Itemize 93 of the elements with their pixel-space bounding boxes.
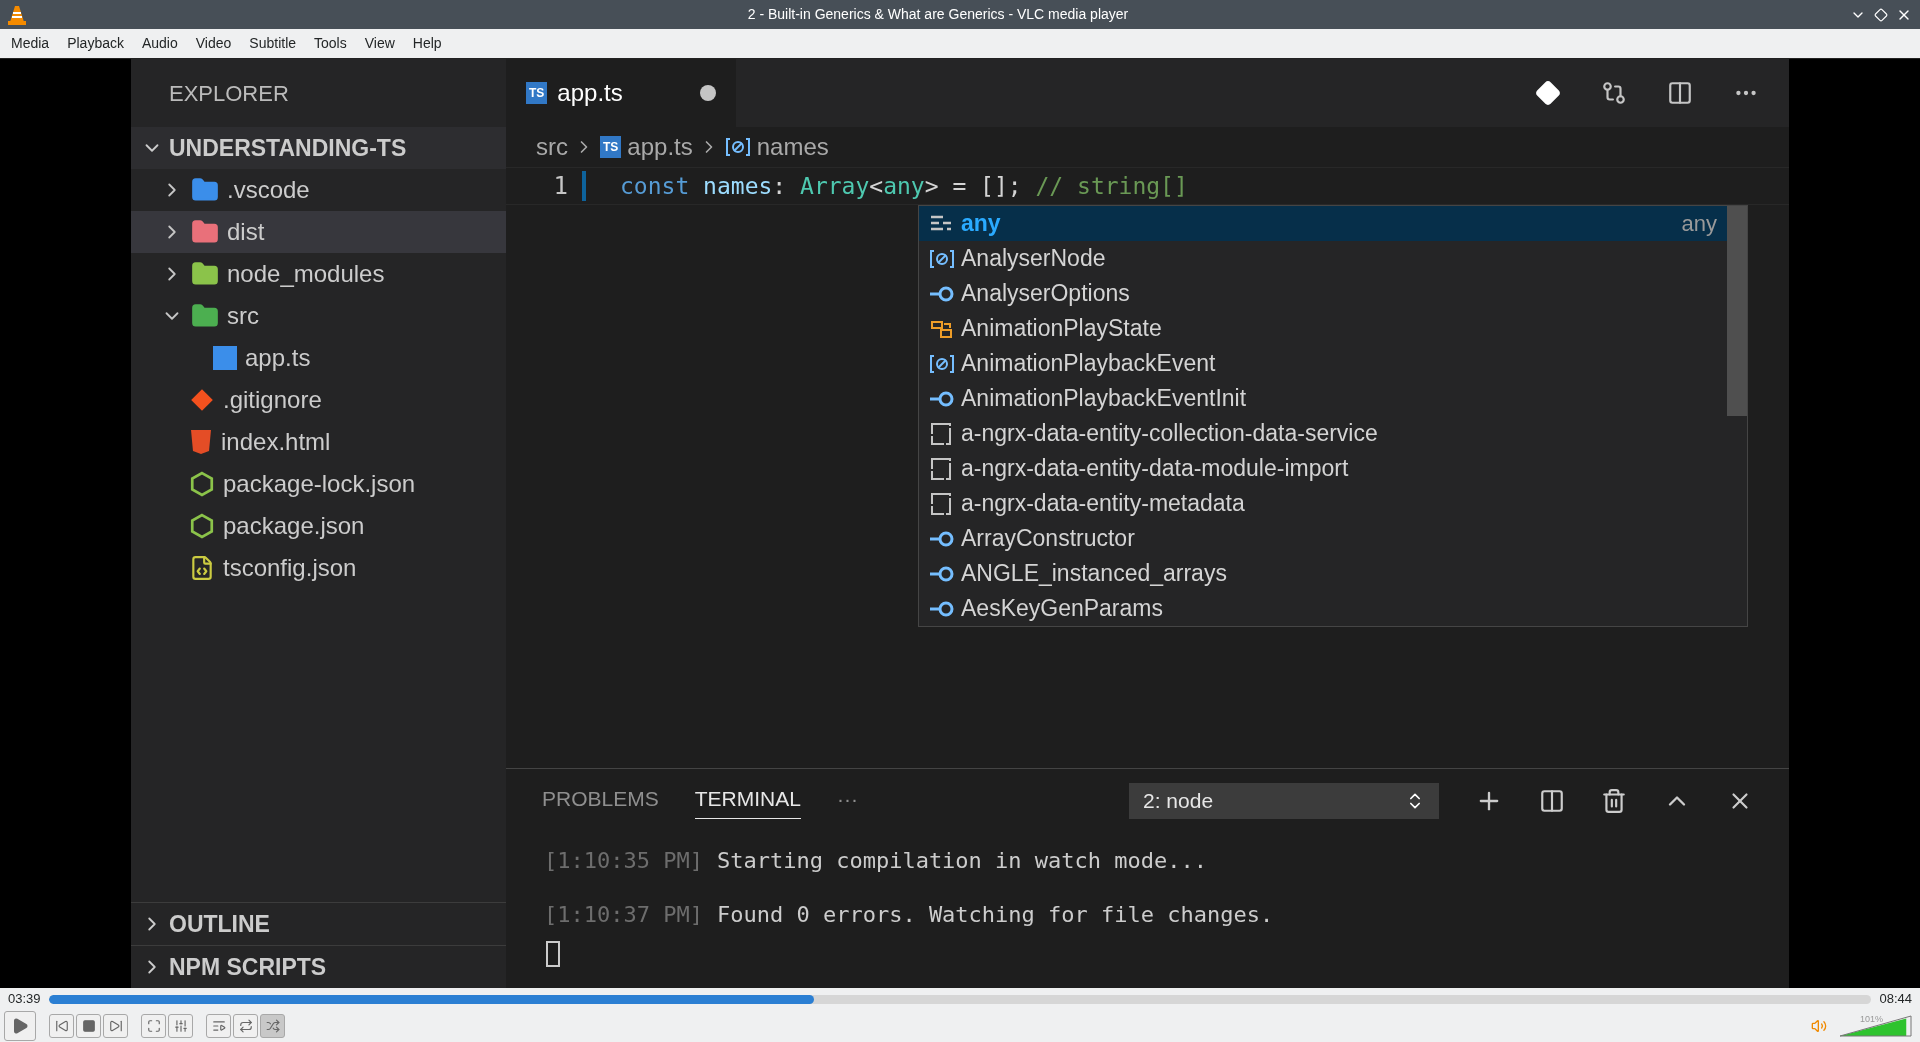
breadcrumb-item[interactable]: src bbox=[536, 129, 568, 165]
project-header[interactable]: UNDERSTANDING-TS bbox=[131, 127, 506, 169]
menu-item[interactable]: Playback bbox=[58, 33, 133, 54]
file-tree-item[interactable]: package-lock.json bbox=[131, 463, 506, 505]
file-tree-item[interactable]: index.html bbox=[131, 421, 506, 463]
previous-button[interactable] bbox=[49, 1014, 74, 1038]
suggestion-detail: any bbox=[1681, 210, 1717, 238]
play-button[interactable] bbox=[4, 1011, 36, 1041]
volume-reading: 101% bbox=[1860, 1013, 1884, 1026]
split-terminal-icon[interactable] bbox=[1539, 788, 1565, 814]
next-button[interactable] bbox=[103, 1014, 128, 1038]
line-number: 1 bbox=[552, 171, 568, 202]
terminal-timestamp: [1:10:37 PM] bbox=[544, 900, 703, 929]
suggestion-item[interactable]: AnalyserOptions bbox=[919, 276, 1727, 311]
loop-button[interactable] bbox=[233, 1014, 258, 1038]
suggestion-item[interactable]: AnimationPlaybackEvent bbox=[919, 346, 1727, 381]
shuffle-icon bbox=[265, 1019, 280, 1033]
variable-icon bbox=[929, 247, 955, 270]
file-tree-item[interactable]: dist bbox=[131, 211, 506, 253]
settings-icon bbox=[173, 1019, 188, 1033]
folder-icon bbox=[191, 260, 219, 288]
trash-icon[interactable] bbox=[1601, 788, 1627, 814]
previous-icon bbox=[54, 1019, 69, 1033]
stop-button[interactable] bbox=[76, 1014, 101, 1038]
next-icon bbox=[108, 1019, 123, 1033]
typescript-badge: TS bbox=[600, 136, 622, 158]
folder-icon bbox=[191, 176, 219, 204]
suggestion-item[interactable]: a-ngrx-data-entity-metadata bbox=[919, 486, 1727, 521]
terminal-cursor bbox=[546, 941, 560, 967]
hexagon-file-icon bbox=[189, 471, 215, 497]
file-tree-item[interactable]: package.json bbox=[131, 505, 506, 547]
file-tree-item[interactable]: tsconfig.json bbox=[131, 547, 506, 589]
code-line: const names: Array<any> = []; // string[] bbox=[620, 171, 1188, 201]
menu-item[interactable]: Help bbox=[403, 33, 451, 54]
file-tree-item[interactable]: src bbox=[131, 295, 506, 337]
file-tree-item[interactable]: .gitignore bbox=[131, 379, 506, 421]
diamond-file-icon bbox=[189, 387, 215, 413]
shield-file-icon bbox=[189, 429, 213, 455]
menu-item[interactable]: Video bbox=[186, 33, 241, 54]
suggestion-item[interactable]: ANGLE_instanced_arrays bbox=[919, 556, 1727, 591]
loop-icon bbox=[238, 1019, 253, 1033]
elapsed-time: 03:39 bbox=[8, 990, 41, 1009]
suggestion-item[interactable]: AnimationPlaybackEventInit bbox=[919, 381, 1727, 416]
menu-item[interactable]: Tools bbox=[305, 33, 356, 54]
variable-icon bbox=[724, 136, 751, 158]
panel-tab[interactable]: ··· bbox=[836, 782, 858, 820]
split-editor-icon[interactable] bbox=[1667, 80, 1693, 106]
panel-tab[interactable]: PROBLEMS bbox=[542, 782, 659, 820]
suggestion-item[interactable]: AnimationPlayState bbox=[919, 311, 1727, 346]
suggestion-item[interactable]: a-ngrx-data-entity-collection-data-service bbox=[919, 416, 1727, 451]
editor-tab[interactable]: TS app.ts bbox=[506, 59, 736, 127]
panel-tab[interactable]: TERMINAL bbox=[694, 782, 801, 820]
maximize-button[interactable] bbox=[1874, 7, 1888, 22]
suggestion-item[interactable]: AesKeyGenParams bbox=[919, 591, 1727, 626]
playlist-icon bbox=[211, 1019, 226, 1033]
breadcrumb-item[interactable]: names bbox=[756, 129, 829, 165]
suggestion-item[interactable]: AnalyserNode bbox=[919, 241, 1727, 276]
terminal-output: Found 0 errors. Watching for file changes. bbox=[716, 900, 1274, 929]
file-tree-item[interactable]: .vscode bbox=[131, 169, 506, 211]
braces-file-icon bbox=[189, 555, 215, 581]
play-icon bbox=[11, 1017, 29, 1035]
seek-bar[interactable] bbox=[48, 994, 1872, 1004]
window-title: 2 - Built-in Generics & What are Generics - VLC media player bbox=[746, 5, 1130, 24]
shuffle-button[interactable] bbox=[260, 1014, 285, 1038]
fullscreen-icon bbox=[146, 1019, 161, 1033]
terminal-timestamp: [1:10:35 PM] bbox=[544, 846, 703, 875]
folder-icon bbox=[191, 218, 219, 246]
suggestion-item[interactable]: ArrayConstructor bbox=[919, 521, 1727, 556]
terminal-select[interactable]: 2: node bbox=[1129, 783, 1439, 819]
menu-item[interactable]: View bbox=[355, 33, 404, 54]
breadcrumb-item[interactable]: app.ts bbox=[627, 129, 693, 165]
compare-changes-icon[interactable] bbox=[1601, 80, 1627, 106]
fullscreen-button[interactable] bbox=[141, 1014, 166, 1038]
playlist-button[interactable] bbox=[206, 1014, 231, 1038]
scrollbar-thumb[interactable] bbox=[1727, 206, 1747, 416]
menu-item[interactable]: Media bbox=[2, 33, 59, 54]
traffic-cone-icon bbox=[8, 4, 26, 25]
sidebar-section-header[interactable]: OUTLINE bbox=[131, 902, 506, 945]
menu-item[interactable]: Audio bbox=[132, 33, 187, 54]
hexagon-file-icon bbox=[189, 513, 215, 539]
settings-button[interactable] bbox=[168, 1014, 193, 1038]
folder-icon bbox=[191, 302, 219, 330]
suggestion-item[interactable]: any any bbox=[919, 206, 1727, 241]
stop-icon bbox=[81, 1019, 96, 1033]
typescript-badge: TS bbox=[526, 82, 548, 104]
suggestion-item[interactable]: a-ngrx-data-entity-data-module-import bbox=[919, 451, 1727, 486]
variable-icon bbox=[929, 352, 955, 375]
sidebar-title: EXPLORER bbox=[169, 79, 289, 108]
menu-item[interactable]: Subtitle bbox=[240, 33, 306, 54]
file-tree-item[interactable]: node_modules bbox=[131, 253, 506, 295]
total-time: 08:44 bbox=[1879, 990, 1912, 1009]
terminal-output: Starting compilation in watch mode... bbox=[716, 846, 1208, 875]
file-tree-item[interactable]: app.ts bbox=[131, 337, 506, 379]
